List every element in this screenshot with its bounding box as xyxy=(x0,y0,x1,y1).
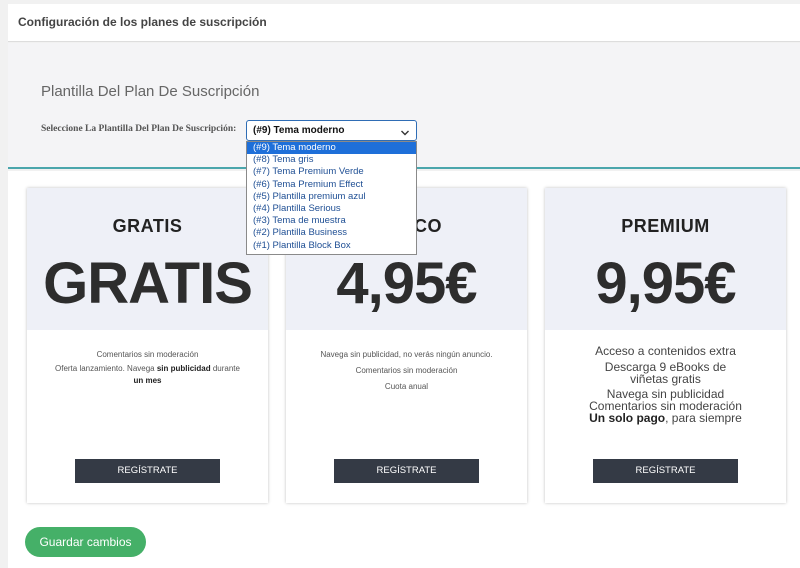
plan-features: Navega sin publicidad, no verás ningún a… xyxy=(298,347,515,395)
template-select-value: (#9) Tema moderno xyxy=(253,125,345,136)
plan-feature-bold: sin publicidad xyxy=(156,364,211,373)
plan-features: Acceso a contenidos extra Descarga 9 eBo… xyxy=(557,345,774,424)
register-button[interactable]: REGÍSTRATE xyxy=(334,459,479,483)
register-button[interactable]: REGÍSTRATE xyxy=(593,459,738,483)
dropdown-option[interactable]: (#8) Tema gris xyxy=(247,154,416,166)
dropdown-option[interactable]: (#3) Tema de muestra xyxy=(247,215,416,227)
chevron-down-icon xyxy=(400,125,410,136)
plan-feature: Un solo pago, para siempre xyxy=(557,412,774,424)
dropdown-option[interactable]: (#4) Plantilla Serious xyxy=(247,203,416,215)
save-changes-button[interactable]: Guardar cambios xyxy=(25,527,146,557)
plan-feature: Comentarios sin moderación xyxy=(355,366,458,375)
plan-features: Comentarios sin moderación Oferta lanzam… xyxy=(39,347,256,387)
plan-card-gratis: GRATIS GRATIS Comentarios sin moderación… xyxy=(27,188,268,503)
plan-feature: Navega sin publicidad, no verás ningún a… xyxy=(320,350,493,359)
template-section-title: Plantilla Del Plan De Suscripción xyxy=(41,83,260,100)
plan-name: CO xyxy=(414,216,442,236)
plan-feature-bold: Un solo pago xyxy=(589,411,666,425)
dropdown-option[interactable]: (#2) Plantilla Business xyxy=(247,227,416,239)
page-title: Configuración de los planes de suscripci… xyxy=(18,15,267,29)
plan-feature: Acceso a contenidos extra xyxy=(595,344,736,358)
plan-feature-bold: un mes xyxy=(133,376,162,385)
plan-name: GRATIS xyxy=(112,216,183,236)
template-select[interactable]: (#9) Tema moderno xyxy=(246,120,417,141)
plan-price: GRATIS xyxy=(43,251,253,316)
dropdown-option[interactable]: (#5) Plantilla premium azul xyxy=(247,191,416,203)
dropdown-option[interactable]: (#6) Tema Premium Effect xyxy=(247,179,416,191)
plan-feature: Comentarios sin moderación xyxy=(96,350,199,359)
plan-feature: Oferta lanzamiento. Navega sin publicida… xyxy=(39,363,256,374)
plan-feature-text: , para siempre xyxy=(665,411,742,425)
plan-feature: un mes xyxy=(39,374,256,387)
dropdown-option[interactable]: (#9) Tema moderno xyxy=(247,142,416,155)
template-dropdown-list: (#9) Tema moderno (#8) Tema gris (#7) Te… xyxy=(246,141,417,255)
template-select-label: Seleccione La Plantilla Del Plan De Susc… xyxy=(41,124,237,134)
plan-price: 4,95€ xyxy=(336,251,477,316)
plan-feature: Cuota anual xyxy=(384,382,429,391)
plan-card-premium: PREMIUM 9,95€ Acceso a contenidos extra … xyxy=(545,188,786,503)
plan-feature-text: Oferta lanzamiento. Navega xyxy=(55,364,157,373)
plan-price: 9,95€ xyxy=(595,251,736,316)
plan-feature-text: durante xyxy=(210,364,240,373)
register-button[interactable]: REGÍSTRATE xyxy=(75,459,220,483)
dropdown-option[interactable]: (#7) Tema Premium Verde xyxy=(247,166,416,178)
page-header: Configuración de los planes de suscripci… xyxy=(8,4,800,42)
plan-feature: Descarga 9 eBooks de viñetas gratis xyxy=(604,360,727,386)
dropdown-option[interactable]: (#1) Plantilla Block Box xyxy=(247,240,416,252)
plan-name: PREMIUM xyxy=(621,216,710,236)
